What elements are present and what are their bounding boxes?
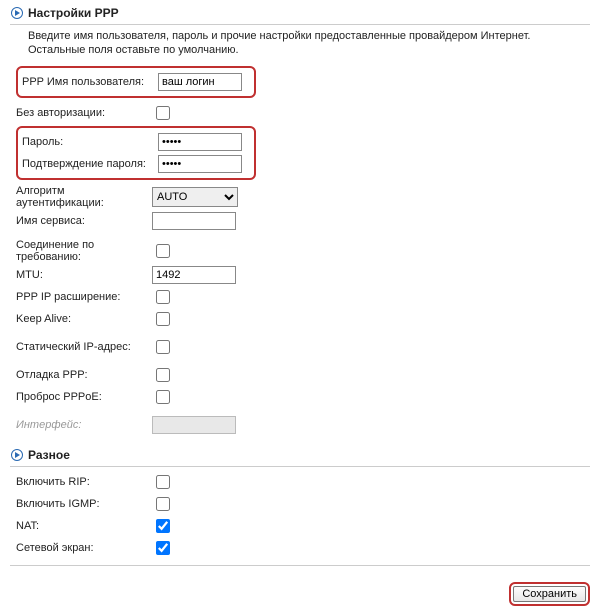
row-auth-algo: Алгоритм аутентификации: AUTO (16, 184, 590, 210)
input-password-confirm[interactable] (158, 155, 242, 173)
ppp-settings-page: Настройки PPP Введите имя пользователя, … (0, 0, 600, 576)
section-header-misc: Разное (10, 446, 590, 467)
row-ip-ext: PPP IP расширение: (16, 286, 590, 308)
label-interface: Интерфейс: (16, 419, 152, 431)
ppp-form: PPP Имя пользователя: Без авторизации: П… (16, 64, 590, 436)
highlight-save: Сохранить (509, 582, 590, 606)
label-password-confirm: Подтверждение пароля: (22, 158, 158, 170)
row-password-confirm: Подтверждение пароля: (22, 153, 250, 175)
checkbox-igmp[interactable] (156, 497, 170, 511)
checkbox-debug-ppp[interactable] (156, 368, 170, 382)
input-password[interactable] (158, 133, 242, 151)
misc-form: Включить RIP: Включить IGMP: NAT: Сетево… (16, 471, 590, 559)
row-service-name: Имя сервиса: (16, 210, 590, 232)
row-keep-alive: Keep Alive: (16, 308, 590, 330)
checkbox-static-ip[interactable] (156, 340, 170, 354)
label-on-demand: Соединение по требованию: (16, 239, 152, 263)
row-username: PPP Имя пользователя: (22, 71, 250, 93)
label-debug-ppp: Отладка PPP: (16, 369, 152, 381)
row-rip: Включить RIP: (16, 471, 590, 493)
label-mtu: MTU: (16, 269, 152, 281)
readonly-interface (152, 416, 236, 434)
row-static-ip: Статический IP-адрес: (16, 336, 590, 358)
label-username: PPP Имя пользователя: (22, 76, 158, 88)
input-service-name[interactable] (152, 212, 236, 230)
row-noauth: Без авторизации: (16, 102, 590, 124)
label-pppoe-relay: Проброс PPPoE: (16, 391, 152, 403)
highlight-username-block: PPP Имя пользователя: (16, 66, 256, 98)
label-auth-algo: Алгоритм аутентификации: (16, 185, 152, 209)
checkbox-pppoe-relay[interactable] (156, 390, 170, 404)
checkbox-keep-alive[interactable] (156, 312, 170, 326)
row-pppoe-relay: Проброс PPPoE: (16, 386, 590, 408)
label-password: Пароль: (22, 136, 158, 148)
label-igmp: Включить IGMP: (16, 498, 152, 510)
section-header-ppp: Настройки PPP (10, 4, 590, 25)
label-static-ip: Статический IP-адрес: (16, 341, 152, 353)
input-username[interactable] (158, 73, 242, 91)
row-nat: NAT: (16, 515, 590, 537)
row-debug-ppp: Отладка PPP: (16, 364, 590, 386)
checkbox-noauth[interactable] (156, 106, 170, 120)
label-service-name: Имя сервиса: (16, 215, 152, 227)
checkbox-firewall[interactable] (156, 541, 170, 555)
footer-bar: Сохранить (0, 576, 600, 616)
select-auth-algo[interactable]: AUTO (152, 187, 238, 207)
row-firewall: Сетевой экран: (16, 537, 590, 559)
highlight-password-block: Пароль: Подтверждение пароля: (16, 126, 256, 180)
section-title-ppp: Настройки PPP (28, 6, 119, 20)
checkbox-rip[interactable] (156, 475, 170, 489)
row-on-demand: Соединение по требованию: (16, 238, 590, 264)
input-mtu[interactable] (152, 266, 236, 284)
section-title-misc: Разное (28, 448, 70, 462)
save-button[interactable]: Сохранить (513, 586, 586, 602)
label-noauth: Без авторизации: (16, 107, 152, 119)
footer-divider (10, 565, 590, 566)
arrow-right-icon (10, 448, 24, 462)
arrow-right-icon (10, 6, 24, 20)
label-nat: NAT: (16, 520, 152, 532)
checkbox-nat[interactable] (156, 519, 170, 533)
section-intro: Введите имя пользователя, пароль и прочи… (28, 29, 590, 58)
row-password: Пароль: (22, 131, 250, 153)
label-keep-alive: Keep Alive: (16, 313, 152, 325)
label-ip-ext: PPP IP расширение: (16, 291, 152, 303)
checkbox-ip-ext[interactable] (156, 290, 170, 304)
label-firewall: Сетевой экран: (16, 542, 152, 554)
row-interface: Интерфейс: (16, 414, 590, 436)
row-mtu: MTU: (16, 264, 590, 286)
row-igmp: Включить IGMP: (16, 493, 590, 515)
label-rip: Включить RIP: (16, 476, 152, 488)
checkbox-on-demand[interactable] (156, 244, 170, 258)
